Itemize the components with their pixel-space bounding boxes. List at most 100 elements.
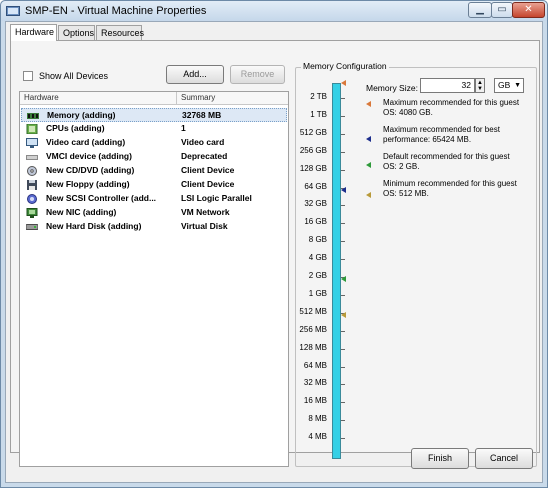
memory-scale-label: 128 MB bbox=[299, 342, 327, 352]
row-name: New SCSI Controller (add... bbox=[46, 193, 157, 203]
hardware-tab-panel: Show All Devices Add... Remove Hardware … bbox=[10, 40, 540, 467]
row-name: New CD/DVD (adding) bbox=[46, 165, 135, 175]
maximize-icon: ▭ bbox=[497, 4, 507, 15]
memory-size-spinner[interactable]: ▲ ▼ bbox=[475, 78, 485, 93]
close-button[interactable]: ✕ bbox=[512, 2, 545, 18]
hardware-column-header[interactable]: Hardware bbox=[24, 93, 59, 102]
memory-scale-label: 64 GB bbox=[304, 181, 327, 191]
row-summary: LSI Logic Parallel bbox=[181, 193, 252, 203]
row-name: New Hard Disk (adding) bbox=[46, 221, 142, 231]
finish-button[interactable]: Finish bbox=[411, 448, 469, 469]
memory-scale-label: 8 GB bbox=[308, 235, 327, 245]
summary-column-header[interactable]: Summary bbox=[181, 93, 215, 102]
memory-size-label: Memory Size: bbox=[366, 83, 418, 93]
memory-scale-label: 2 GB bbox=[308, 271, 327, 280]
row-summary: Deprecated bbox=[181, 151, 228, 161]
min-recommended-marker bbox=[341, 312, 346, 318]
hardware-row-scsi-controller[interactable]: New SCSI Controller (add... LSI Logic Pa… bbox=[21, 192, 287, 206]
hardware-row-floppy[interactable]: New Floppy (adding) Client Device bbox=[21, 178, 287, 192]
hard-disk-icon bbox=[26, 224, 38, 230]
default-recommended-marker bbox=[341, 276, 346, 282]
memory-unit-select[interactable]: GB ▼ bbox=[494, 78, 524, 93]
memory-size-input[interactable]: 32 bbox=[420, 78, 475, 93]
window-title: SMP-EN - Virtual Machine Properties bbox=[25, 5, 207, 17]
cd-dvd-icon bbox=[27, 166, 37, 176]
memory-scale-tick bbox=[341, 115, 345, 117]
add-button[interactable]: Add... bbox=[166, 65, 224, 84]
column-separator[interactable] bbox=[176, 92, 177, 105]
memory-scale-label: 512 GB bbox=[299, 127, 327, 137]
max-recommended-legend-text: Maximum recommended for this guest OS: 4… bbox=[383, 98, 520, 117]
memory-scale-label: 64 MB bbox=[303, 360, 327, 370]
min-recommended-legend-text: Minimum recommended for this guest OS: 5… bbox=[383, 179, 517, 198]
spin-down-icon[interactable]: ▼ bbox=[477, 86, 483, 92]
hardware-row-video-card[interactable]: Video card (adding) Video card bbox=[21, 136, 287, 150]
memory-configuration-title: Memory Configuration bbox=[301, 61, 389, 71]
tab-hardware[interactable]: Hardware bbox=[10, 24, 57, 41]
memory-scale-label: 32 GB bbox=[304, 199, 327, 209]
default-recommended-legend-icon bbox=[366, 162, 371, 168]
min-recommended-legend-icon bbox=[366, 192, 371, 198]
memory-scale-tick bbox=[341, 384, 345, 386]
row-name: CPUs (adding) bbox=[46, 123, 105, 133]
hardware-row-vmci[interactable]: VMCI device (adding) Deprecated bbox=[21, 150, 287, 164]
row-name: Video card (adding) bbox=[46, 137, 126, 147]
best-performance-legend-icon bbox=[366, 136, 371, 142]
cancel-button[interactable]: Cancel bbox=[475, 448, 533, 469]
tab-resources[interactable]: Resources bbox=[96, 25, 144, 40]
hardware-row-cpus[interactable]: CPUs (adding) 1 bbox=[21, 122, 287, 136]
memory-scale-tick bbox=[341, 330, 345, 332]
max-recommended-legend-icon bbox=[366, 101, 371, 107]
row-name: New Floppy (adding) bbox=[46, 179, 130, 189]
show-all-devices-label[interactable]: Show All Devices bbox=[39, 71, 108, 81]
show-all-devices-checkbox[interactable] bbox=[23, 71, 33, 81]
memory-scale-label: 1 GB bbox=[308, 288, 327, 298]
tab-options[interactable]: Options bbox=[58, 25, 95, 40]
row-summary: Client Device bbox=[181, 165, 235, 175]
memory-scale-tick bbox=[341, 366, 345, 368]
hardware-row-cd-dvd[interactable]: New CD/DVD (adding) Client Device bbox=[21, 164, 287, 178]
vm-properties-window: SMP-EN - Virtual Machine Properties ▁ ▭ … bbox=[0, 0, 548, 488]
memory-scale-tick bbox=[341, 223, 345, 225]
memory-scale-tick bbox=[341, 133, 345, 135]
memory-scale-tick bbox=[341, 402, 345, 404]
hardware-list[interactable]: Hardware Summary Memory (adding) 32768 M… bbox=[19, 91, 289, 467]
hardware-row-memory[interactable]: Memory (adding) 32768 MB bbox=[21, 108, 287, 122]
memory-scale-label: 32 MB bbox=[303, 378, 327, 388]
dialog-client-area: Hardware Options Resources Show All Devi… bbox=[5, 21, 543, 483]
hardware-list-header: Hardware Summary bbox=[20, 92, 288, 105]
row-name: New NIC (adding) bbox=[46, 207, 117, 217]
memory-unit-value: GB bbox=[498, 80, 511, 90]
row-name: Memory (adding) bbox=[47, 110, 116, 120]
memory-scale-label: 256 GB bbox=[299, 145, 327, 155]
best-performance-marker bbox=[341, 187, 346, 193]
hardware-row-hard-disk[interactable]: New Hard Disk (adding) Virtual Disk bbox=[21, 220, 287, 234]
max-recommended-marker bbox=[341, 80, 346, 86]
chevron-down-icon: ▼ bbox=[514, 82, 521, 89]
memory-scale-tick bbox=[341, 241, 345, 243]
memory-scale-label: 512 MB bbox=[299, 306, 327, 316]
memory-scale-label: 16 GB bbox=[304, 217, 327, 227]
memory-scale-tick bbox=[341, 169, 345, 171]
hardware-row-nic[interactable]: New NIC (adding) VM Network bbox=[21, 206, 287, 220]
memory-scale-label: 4 MB bbox=[308, 432, 327, 442]
memory-scale-label: 128 GB bbox=[299, 163, 327, 173]
memory-scale-tick bbox=[341, 259, 345, 261]
memory-scale-label: 16 MB bbox=[303, 396, 327, 406]
video-card-icon bbox=[26, 138, 38, 148]
row-summary: 32768 MB bbox=[182, 110, 222, 120]
memory-scale-tick bbox=[341, 438, 345, 440]
minimize-button[interactable]: ▁ bbox=[468, 2, 492, 18]
default-recommended-legend-text: Default recommended for this guest OS: 2… bbox=[383, 152, 510, 171]
scsi-controller-icon bbox=[27, 194, 37, 204]
maximize-button[interactable]: ▭ bbox=[491, 2, 513, 18]
vm-window-icon bbox=[6, 6, 20, 16]
memory-scale-tick bbox=[341, 205, 345, 207]
row-summary: Video card bbox=[181, 137, 225, 147]
remove-button[interactable]: Remove bbox=[230, 65, 285, 84]
minimize-icon: ▁ bbox=[476, 4, 484, 15]
memory-scale-tick bbox=[341, 348, 345, 350]
memory-slider-track[interactable] bbox=[332, 83, 341, 459]
memory-scale-label: 4 GB bbox=[308, 253, 327, 263]
title-bar[interactable]: SMP-EN - Virtual Machine Properties ▁ ▭ … bbox=[1, 1, 547, 21]
